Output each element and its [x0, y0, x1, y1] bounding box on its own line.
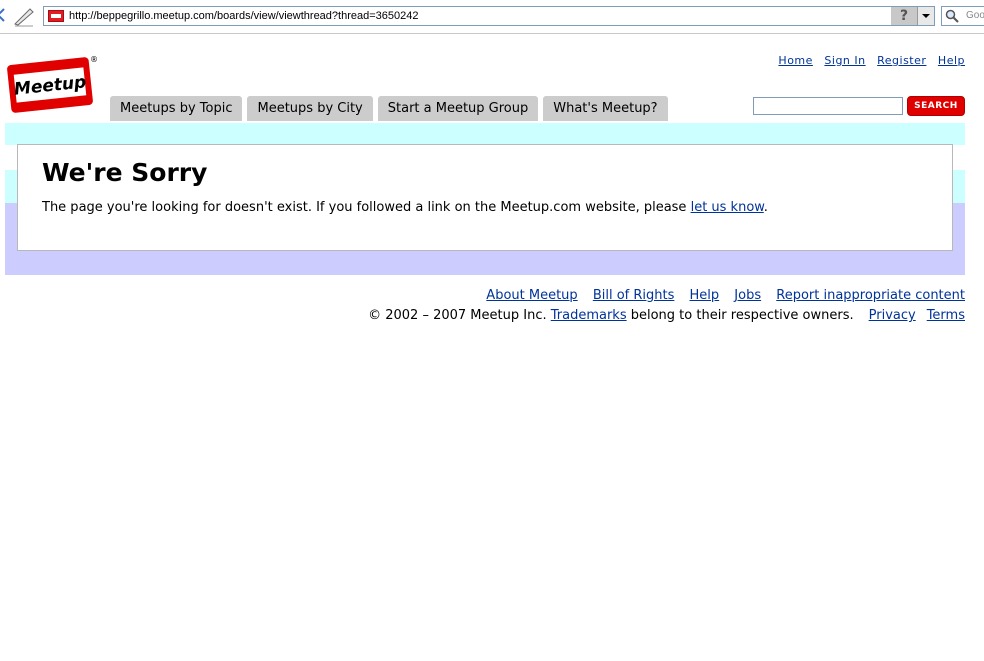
error-message: The page you're looking for doesn't exis…	[42, 200, 768, 216]
meetup-favicon	[48, 10, 64, 22]
let-us-know-link[interactable]: let us know	[691, 200, 764, 215]
report-content-link[interactable]: Report inappropriate content	[776, 288, 965, 303]
privacy-link[interactable]: Privacy	[869, 308, 916, 323]
page-title: We're Sorry	[42, 158, 208, 187]
about-meetup-link[interactable]: About Meetup	[486, 288, 577, 303]
home-link[interactable]: Home	[778, 54, 812, 67]
search-engine-label: Goo	[966, 10, 984, 21]
tab-whats-meetup[interactable]: What's Meetup?	[543, 96, 668, 121]
tab-meetups-by-topic[interactable]: Meetups by Topic	[110, 96, 243, 121]
meetup-logo[interactable]: Meetup	[6, 55, 94, 115]
bill-of-rights-link[interactable]: Bill of Rights	[593, 288, 675, 303]
main-nav-tabs: Meetups by Topic Meetups by City Start a…	[110, 96, 673, 121]
copyright-text: © 2002 – 2007 Meetup Inc.	[368, 308, 551, 323]
footer-copyright: © 2002 – 2007 Meetup Inc. Trademarks bel…	[368, 308, 965, 323]
header-band	[5, 123, 965, 145]
tab-start-meetup-group[interactable]: Start a Meetup Group	[377, 96, 539, 121]
register-link[interactable]: Register	[877, 54, 926, 67]
terms-link[interactable]: Terms	[927, 308, 965, 323]
browser-search-box[interactable]: Goo	[941, 6, 984, 26]
search-button[interactable]: SEARCH	[907, 96, 965, 116]
edit-pencil-icon[interactable]	[12, 5, 36, 27]
help-link[interactable]: Help	[938, 54, 965, 67]
footer-links: About Meetup Bill of Rights Help Jobs Re…	[475, 288, 965, 303]
search-input[interactable]	[753, 97, 903, 115]
back-arrow-icon[interactable]	[0, 6, 6, 24]
top-links: Home Sign In Register Help	[770, 54, 965, 67]
trademarks-link[interactable]: Trademarks	[551, 308, 627, 323]
url-text[interactable]: http://beppegrillo.meetup.com/boards/vie…	[69, 9, 418, 24]
magnifier-icon	[945, 9, 959, 23]
sign-in-link[interactable]: Sign In	[824, 54, 865, 67]
error-message-end: .	[763, 200, 768, 215]
tab-meetups-by-city[interactable]: Meetups by City	[247, 96, 373, 121]
browser-toolbar: http://beppegrillo.meetup.com/boards/vie…	[0, 0, 984, 34]
error-message-text: The page you're looking for doesn't exis…	[42, 200, 691, 215]
error-panel: We're Sorry The page you're looking for …	[17, 144, 953, 251]
site-info-button[interactable]: ?	[891, 7, 917, 25]
registered-mark: ®	[90, 55, 98, 64]
footer-help-link[interactable]: Help	[690, 288, 720, 303]
copyright-owners-text: belong to their respective owners.	[626, 308, 854, 323]
jobs-link[interactable]: Jobs	[734, 288, 761, 303]
address-bar[interactable]: http://beppegrillo.meetup.com/boards/vie…	[43, 6, 935, 26]
dropdown-arrow-icon[interactable]	[917, 7, 934, 25]
